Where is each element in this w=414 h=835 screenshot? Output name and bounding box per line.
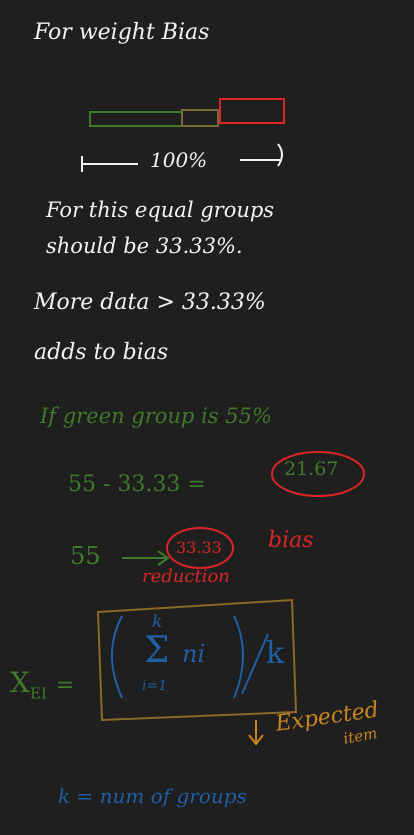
bar-segment-olive: [181, 109, 219, 127]
note-line-2: should be 33.33%.: [46, 234, 243, 258]
sum-term: ni: [182, 640, 206, 668]
note-line-4: adds to bias: [34, 340, 169, 365]
formula-x: X: [10, 666, 30, 699]
note-line-3: More data > 33.33%: [34, 290, 266, 315]
calculation-lhs: 55 - 33.33 =: [68, 472, 206, 497]
note-line-1: For this equal groups: [46, 198, 275, 222]
bias-label: bias: [268, 528, 314, 553]
formula-equals: =: [55, 673, 75, 698]
bar-segment-green: [89, 111, 183, 127]
divisor: k: [266, 636, 285, 671]
item-label: item: [342, 724, 379, 748]
bar-segment-red: [219, 98, 285, 124]
reduction-lhs: 55: [70, 542, 101, 570]
result-circle: [271, 451, 365, 497]
reduction-label: reduction: [142, 566, 230, 587]
formula-subscript: EI: [29, 684, 47, 703]
scale-arrow-right-head: [277, 143, 283, 167]
green-group-statement: If green group is 55%: [40, 404, 272, 428]
reduction-circle: [166, 527, 234, 569]
sigma-symbol: Σ: [144, 630, 170, 671]
handwritten-notes-canvas: For weight Bias 100% For this equal grou…: [0, 0, 414, 835]
sum-upper-limit: k: [152, 612, 163, 632]
scale-label: 100%: [150, 148, 208, 172]
expected-arrow: [248, 720, 264, 746]
sum-lower-limit: i=1: [142, 678, 168, 694]
k-definition: k = num of groups: [58, 784, 247, 808]
notes-title: For weight Bias: [34, 20, 210, 45]
formula-lhs: XEI =: [10, 666, 74, 703]
